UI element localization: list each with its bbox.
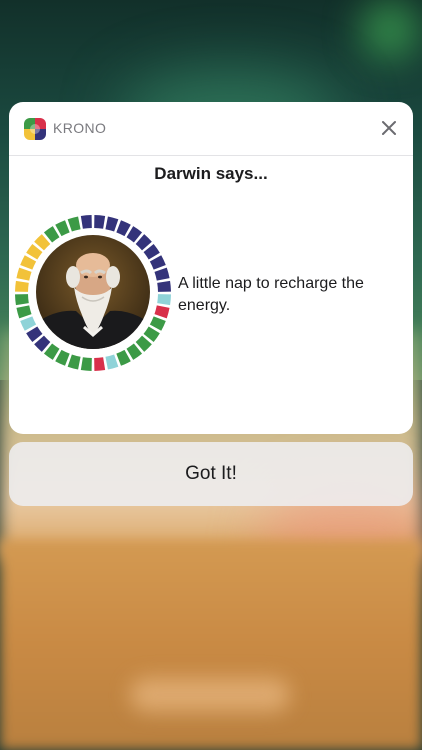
notification-message: A little nap to recharge the energy. [178, 275, 364, 314]
ring-segment [157, 294, 171, 306]
ring-segment [116, 220, 131, 237]
ring-segment [116, 349, 131, 366]
ring-segment [105, 354, 119, 370]
ring-segment [15, 294, 29, 306]
ring-segment [55, 349, 70, 366]
ring-segment [154, 267, 170, 281]
ring-segment [149, 255, 166, 270]
ring-segment [105, 216, 119, 232]
app-name: KRONO [53, 120, 107, 136]
darwin-portrait [36, 235, 150, 349]
ring-segment [94, 357, 106, 371]
ring-segment [55, 220, 70, 237]
ring-segment [80, 215, 92, 229]
krono-app-icon [24, 118, 46, 140]
ring-segment [15, 280, 29, 292]
notification-title: Darwin says... [154, 164, 268, 183]
ring-segment [94, 215, 106, 229]
ring-segment [20, 255, 37, 270]
ring-segment [149, 316, 166, 331]
ring-segment [67, 354, 81, 370]
close-icon[interactable] [379, 118, 399, 138]
ring-segment [20, 316, 37, 331]
ring-segment [157, 280, 171, 292]
ring-segment [67, 216, 81, 232]
notification-card: KRONO Darwin says... A little nap to rec… [9, 102, 413, 434]
ring-segment [16, 267, 32, 281]
got-it-button[interactable]: Got It! [9, 442, 413, 506]
avatar [15, 215, 171, 371]
ring-segment [154, 305, 170, 319]
ring-segment [80, 357, 92, 371]
notification-header: KRONO [9, 102, 413, 156]
ring-segment [16, 305, 32, 319]
